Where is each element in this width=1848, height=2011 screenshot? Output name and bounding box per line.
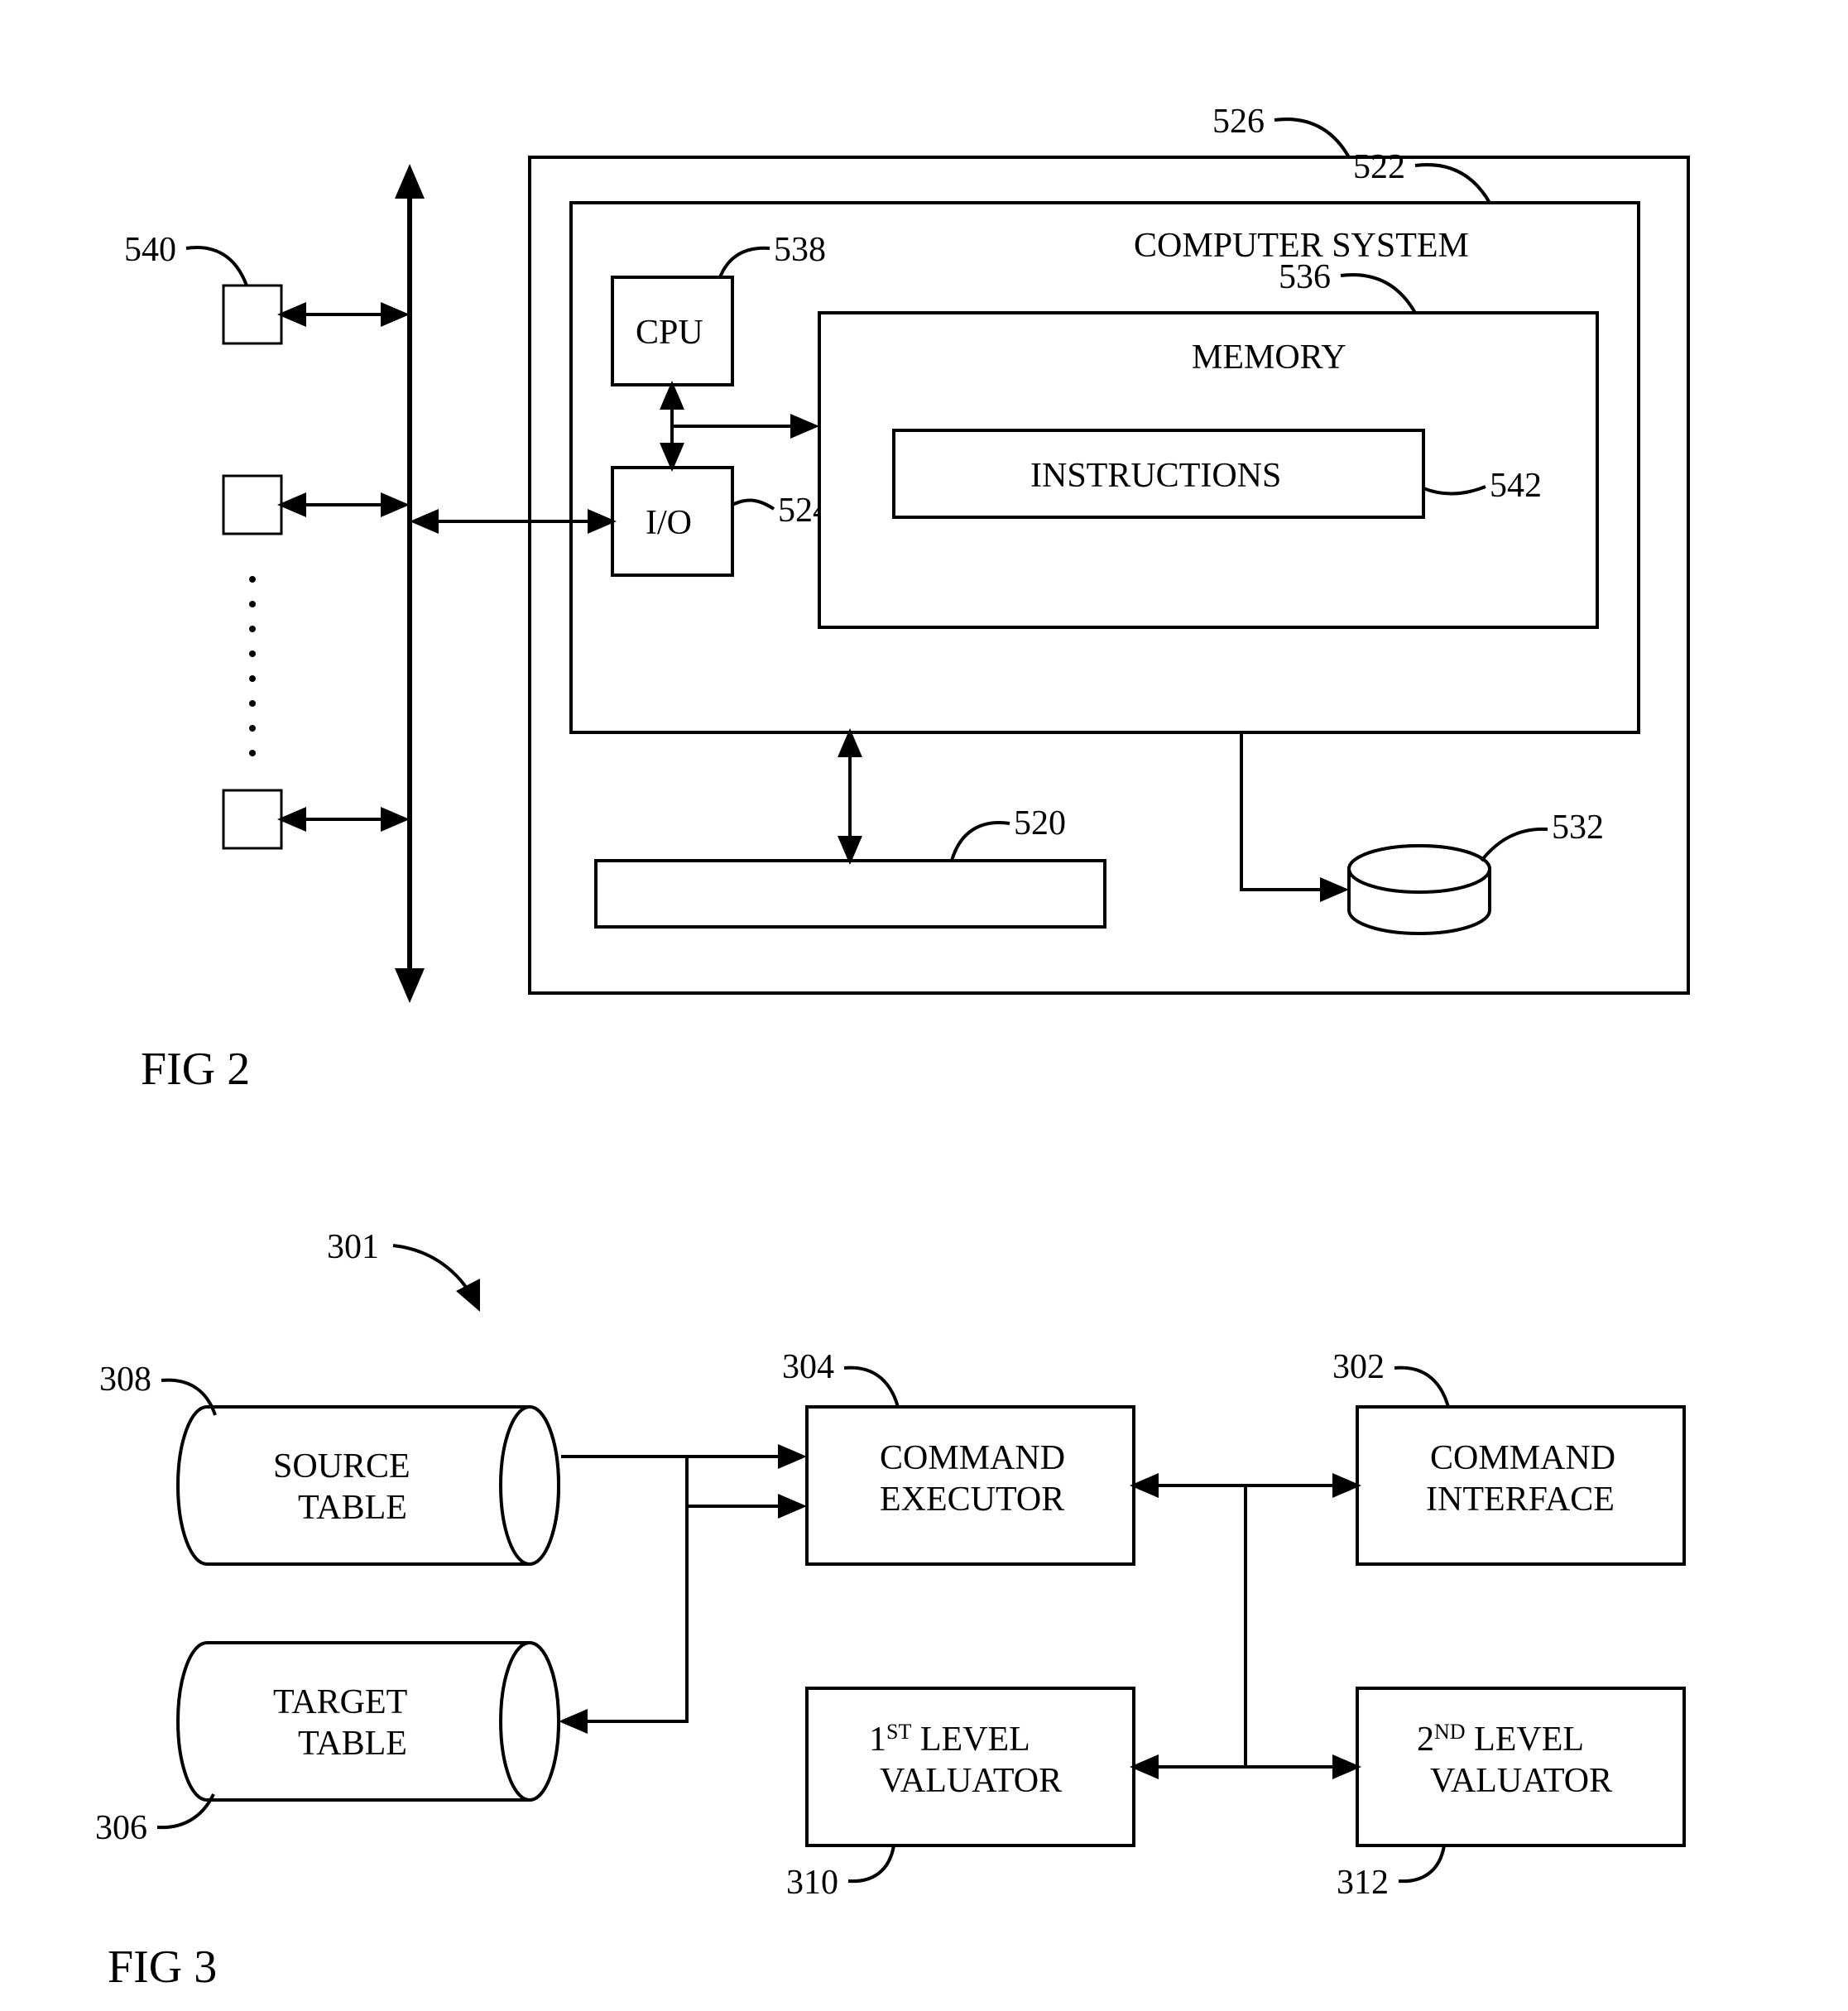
ref-526: 526	[1212, 103, 1265, 141]
leader-526	[1274, 119, 1349, 157]
disk-532	[1349, 846, 1490, 934]
fig3: 301 SOURCE TABLE 308 TARGET TABLE 306 CO…	[95, 1228, 1684, 1993]
fig2: 526 COMPUTER SYSTEM 522 CPU 538 I/O 524 …	[124, 103, 1688, 1095]
first-valuator-l2: VALUATOR	[880, 1762, 1062, 1800]
command-executor-l2: EXECUTOR	[880, 1481, 1064, 1519]
leader-540	[186, 247, 247, 286]
command-interface-l1: COMMAND	[1430, 1439, 1615, 1477]
dots	[249, 576, 256, 756]
leader-304	[844, 1368, 898, 1407]
leader-301-arrow	[456, 1279, 480, 1312]
fig3-label: FIG 3	[108, 1941, 217, 1993]
source-table-l1: SOURCE	[273, 1447, 410, 1485]
ref-304: 304	[782, 1348, 834, 1386]
command-executor-l1: COMMAND	[880, 1439, 1065, 1477]
ref-542: 542	[1490, 467, 1542, 505]
box-520	[596, 861, 1105, 927]
bus-arrow-up	[395, 164, 425, 199]
instructions-label: INSTRUCTIONS	[1030, 457, 1281, 495]
ref-520: 520	[1014, 804, 1066, 842]
target-exec-arrow	[778, 1494, 807, 1519]
ref-312: 312	[1337, 1864, 1389, 1902]
io-label: I/O	[646, 504, 692, 542]
ref-538: 538	[774, 231, 826, 269]
source-table-l2: TABLE	[298, 1489, 407, 1527]
ref-536: 536	[1279, 258, 1331, 296]
leader-310	[848, 1845, 894, 1881]
io-bus-arrow-left	[410, 509, 439, 534]
ref-310: 310	[786, 1864, 838, 1902]
source-exec-arrow	[778, 1444, 807, 1469]
node-3	[223, 790, 281, 848]
cpu-label: CPU	[636, 314, 703, 352]
ref-540: 540	[124, 231, 176, 269]
leader-312	[1399, 1845, 1444, 1881]
source-table-cylinder	[178, 1407, 559, 1564]
ref-532: 532	[1552, 809, 1604, 847]
target-table-l1: TARGET	[273, 1683, 407, 1721]
leader-302	[1394, 1368, 1448, 1407]
exec-target-link	[563, 1457, 687, 1721]
ref-308: 308	[99, 1361, 151, 1399]
ref-306: 306	[95, 1809, 147, 1847]
client-nodes-540	[223, 286, 410, 848]
bus-arrow-down	[395, 968, 425, 1003]
memory-label: MEMORY	[1192, 338, 1346, 377]
target-table-l2: TABLE	[298, 1725, 407, 1763]
fig2-label: FIG 2	[141, 1044, 250, 1095]
ref-522: 522	[1353, 148, 1405, 186]
ref-302: 302	[1332, 1348, 1385, 1386]
second-valuator-l2: VALUATOR	[1430, 1762, 1612, 1800]
node-1	[223, 286, 281, 343]
command-interface-l2: INTERFACE	[1426, 1481, 1615, 1519]
ref-301: 301	[327, 1228, 379, 1266]
target-table-cylinder	[178, 1643, 559, 1800]
node-2	[223, 476, 281, 534]
exec-target-arrow	[559, 1709, 588, 1734]
